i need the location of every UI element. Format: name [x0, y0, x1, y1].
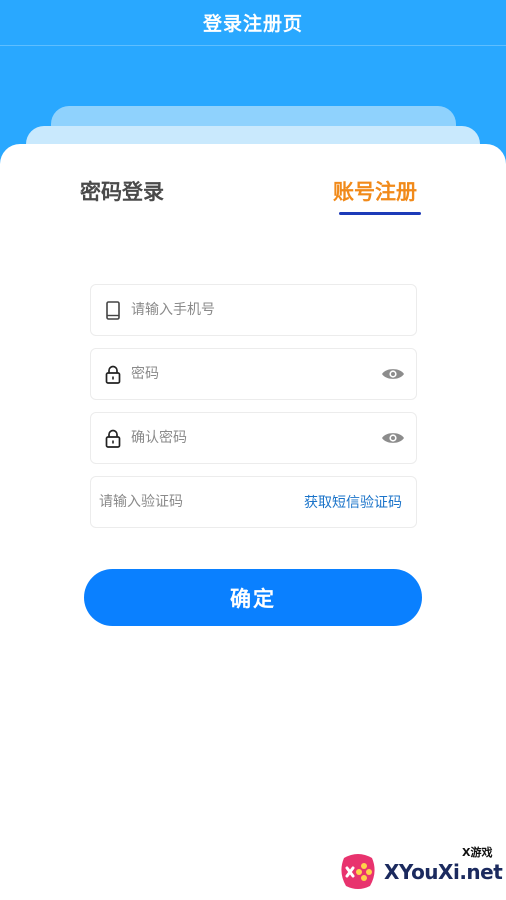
get-sms-code-link[interactable]: 获取短信验证码	[304, 492, 402, 512]
phone-input[interactable]	[131, 285, 416, 335]
verification-code-field: 获取短信验证码	[90, 476, 417, 528]
lock-icon	[103, 428, 123, 448]
show-password-eye-icon[interactable]	[380, 366, 406, 382]
tab-password-login[interactable]: 密码登录	[80, 176, 164, 206]
watermark-small-label: X游戏	[462, 846, 493, 859]
phone-icon	[103, 300, 123, 320]
lock-icon	[103, 364, 123, 384]
phone-field	[90, 284, 417, 336]
active-tab-indicator	[339, 212, 421, 215]
confirm-password-input[interactable]	[131, 413, 380, 463]
show-confirm-password-eye-icon[interactable]	[380, 430, 406, 446]
gamepad-logo-icon	[341, 854, 375, 889]
site-watermark: X游戏 XYouXi.net	[336, 842, 506, 900]
password-field	[90, 348, 417, 400]
page-title: 登录注册页	[202, 13, 303, 35]
confirm-button[interactable]: 确定	[84, 569, 422, 626]
tab-account-register[interactable]: 账号注册	[333, 176, 417, 206]
confirm-password-field	[90, 412, 417, 464]
watermark-site-name: XYouXi.net	[384, 860, 503, 884]
password-input[interactable]	[131, 349, 380, 399]
navigation-bar: 登录注册页	[0, 0, 506, 46]
verification-code-input[interactable]	[91, 477, 304, 527]
